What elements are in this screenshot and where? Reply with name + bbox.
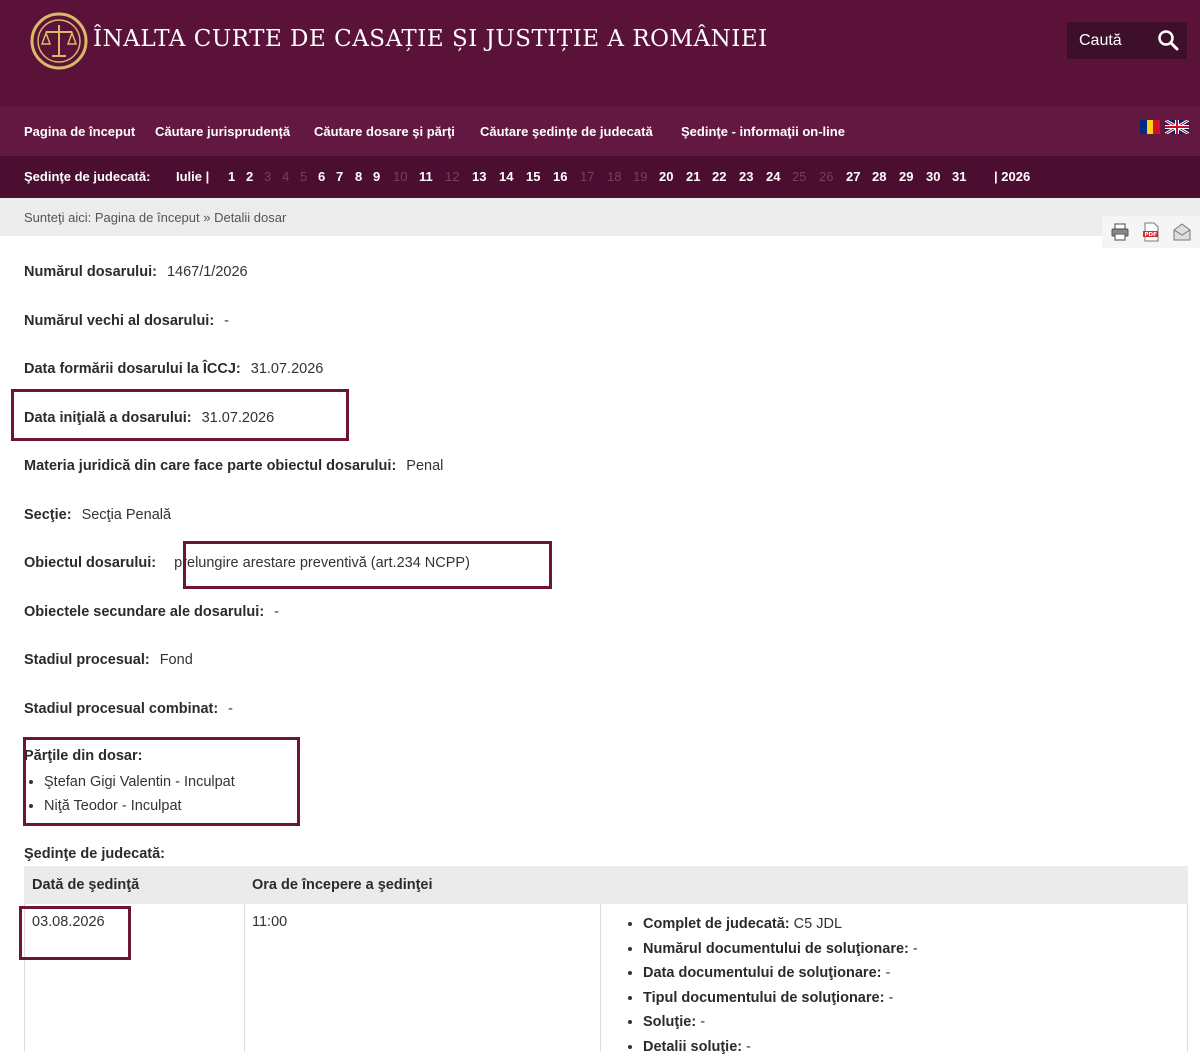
search-icon <box>1157 29 1179 51</box>
day-link-29[interactable]: 29 <box>899 169 913 184</box>
search-label: Caută <box>1079 32 1122 50</box>
day-link-25: 25 <box>792 169 806 184</box>
toolbar: PDF <box>1102 216 1200 248</box>
detail-panel: Complet de judecată: C5 JDL <box>643 912 918 937</box>
day-link-9[interactable]: 9 <box>373 169 380 184</box>
email-icon[interactable] <box>1172 222 1192 242</box>
field-procedural-stage: Stadiul procesual:Fond <box>24 652 193 668</box>
field-secondary-objects: Obiectele secundare ale dosarului:- <box>24 604 279 620</box>
hearings-table-header: Dată de şedinţă Ora de începere a şedinţ… <box>24 866 1188 904</box>
detail-doc-number: Numărul documentului de soluţionare: - <box>643 937 918 962</box>
hearings-label: Şedinţe de judecată: <box>24 169 150 184</box>
day-link-6[interactable]: 6 <box>318 169 325 184</box>
highlight-box-initial-date <box>11 389 349 441</box>
highlight-box-hearing-date <box>19 906 131 960</box>
highlight-box-parties <box>23 737 300 826</box>
day-link-28[interactable]: 28 <box>872 169 886 184</box>
detail-solution-details: Detalii soluţie: - <box>643 1035 918 1059</box>
field-case-number: Numărul dosarului:1467/1/2026 <box>24 264 248 280</box>
field-legal-matter: Materia juridică din care face parte obi… <box>24 458 443 474</box>
col-hearing-date: Dată de şedinţă <box>32 877 139 893</box>
main-nav: Pagina de început Căutare jurisprudență … <box>0 106 1200 156</box>
breadcrumb: Sunteţi aici: Pagina de început » Detali… <box>24 210 286 225</box>
day-link-22[interactable]: 22 <box>712 169 726 184</box>
hearings-days-bar: Şedinţe de judecată: Iulie | 12345678910… <box>0 156 1200 198</box>
nav-item-home[interactable]: Pagina de început <box>24 124 135 139</box>
day-link-11[interactable]: 11 <box>419 169 433 184</box>
court-scales-logo-icon[interactable] <box>30 12 88 70</box>
day-link-31[interactable]: 31 <box>952 169 966 184</box>
uk-flag-icon[interactable] <box>1165 120 1189 134</box>
day-link-13[interactable]: 13 <box>472 169 486 184</box>
nav-item-hearings-online[interactable]: Şedinţe - informaţii on-line <box>681 124 845 139</box>
day-link-10: 10 <box>393 169 407 184</box>
day-link-18: 18 <box>607 169 621 184</box>
day-link-21[interactable]: 21 <box>686 169 700 184</box>
day-link-20[interactable]: 20 <box>659 169 673 184</box>
site-header: ÎNALTA CURTE DE CASAȚIE ȘI JUSTIȚIE A RO… <box>0 0 1200 106</box>
print-icon[interactable] <box>1110 222 1130 242</box>
month-label: Iulie | <box>176 169 209 184</box>
pdf-icon[interactable]: PDF <box>1141 222 1161 242</box>
day-link-3: 3 <box>264 169 271 184</box>
site-title[interactable]: ÎNALTA CURTE DE CASAȚIE ȘI JUSTIȚIE A RO… <box>93 26 768 52</box>
search-button[interactable]: Caută <box>1067 22 1187 59</box>
day-link-8[interactable]: 8 <box>355 169 362 184</box>
day-link-2[interactable]: 2 <box>246 169 253 184</box>
day-link-19: 19 <box>633 169 647 184</box>
detail-doc-date: Data documentului de soluţionare: - <box>643 961 918 986</box>
day-link-12: 12 <box>445 169 459 184</box>
field-section: Secţie:Secţia Penală <box>24 507 171 523</box>
day-link-4: 4 <box>282 169 289 184</box>
hearing-time: 11:00 <box>252 914 287 930</box>
detail-doc-type: Tipul documentului de soluţionare: - <box>643 986 918 1011</box>
breadcrumb-bar: Sunteţi aici: Pagina de început » Detali… <box>0 198 1200 236</box>
nav-item-cases-search[interactable]: Căutare dosare şi părţi <box>314 124 455 139</box>
field-old-case-number: Numărul vechi al dosarului:- <box>24 313 229 329</box>
year-label[interactable]: | 2026 <box>994 169 1030 184</box>
hearing-details: Complet de judecată: C5 JDL Numărul docu… <box>623 912 918 1059</box>
day-link-16[interactable]: 16 <box>553 169 567 184</box>
table-border <box>1187 904 1188 1052</box>
svg-text:PDF: PDF <box>1145 232 1158 238</box>
day-link-27[interactable]: 27 <box>846 169 860 184</box>
nav-item-jurisprudence[interactable]: Căutare jurisprudență <box>155 124 290 139</box>
nav-item-hearings-search[interactable]: Căutare şedinţe de judecată <box>480 124 653 139</box>
table-border <box>244 904 245 1052</box>
field-formation-date: Data formării dosarului la ÎCCJ:31.07.20… <box>24 361 323 377</box>
day-link-14[interactable]: 14 <box>499 169 513 184</box>
col-hearing-time: Ora de începere a şedinţei <box>252 877 433 893</box>
day-link-26: 26 <box>819 169 833 184</box>
romanian-flag-icon[interactable] <box>1140 120 1160 134</box>
day-link-7[interactable]: 7 <box>336 169 343 184</box>
field-combined-stage: Stadiul procesual combinat:- <box>24 701 233 717</box>
day-link-24[interactable]: 24 <box>766 169 780 184</box>
day-link-15[interactable]: 15 <box>526 169 540 184</box>
day-link-30[interactable]: 30 <box>926 169 940 184</box>
day-link-5: 5 <box>300 169 307 184</box>
hearings-title: Şedinţe de judecată: <box>24 846 165 862</box>
table-border <box>600 904 601 1052</box>
day-link-17: 17 <box>580 169 594 184</box>
day-link-1[interactable]: 1 <box>228 169 235 184</box>
day-link-23[interactable]: 23 <box>739 169 753 184</box>
detail-solution: Soluţie: - <box>643 1010 918 1035</box>
highlight-box-case-object <box>183 541 552 589</box>
